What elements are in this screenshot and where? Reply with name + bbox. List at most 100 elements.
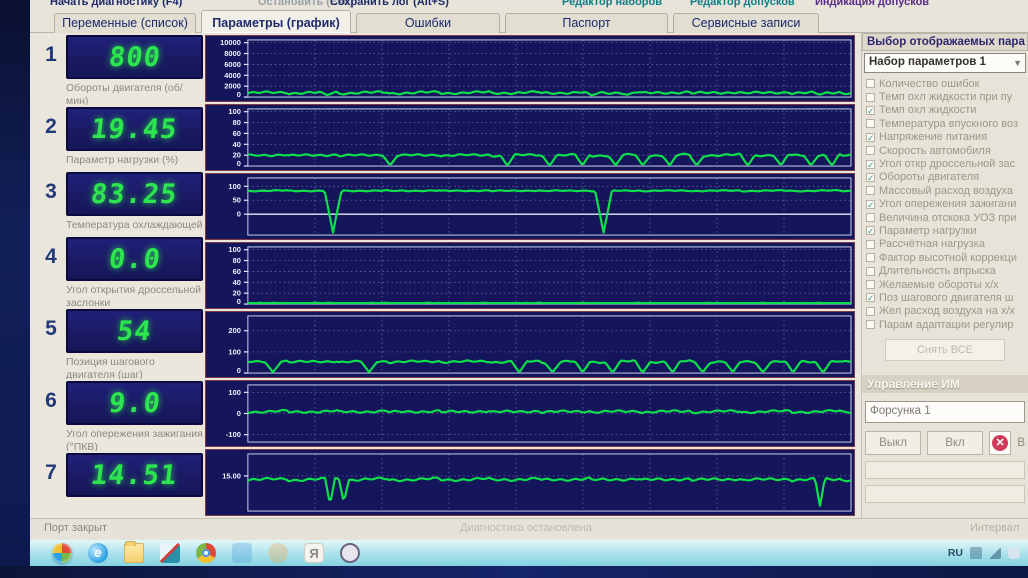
param-led-display: 83.25 (66, 172, 203, 216)
parameter-checkbox-item[interactable]: Длительность впрыска (866, 264, 1028, 277)
language-indicator[interactable]: RU (948, 547, 963, 559)
param-led-value: 83.25 (89, 179, 179, 210)
action-center-icon[interactable] (1008, 547, 1020, 559)
menu-item-save-log[interactable]: Сохранить лог (Alt+S) (330, 0, 449, 8)
param-led-value: 800 (107, 42, 163, 73)
parameter-checkbox-item[interactable]: ✓ Поз шагового двигателя ш (866, 291, 1028, 304)
param-index: 3 (38, 172, 64, 216)
folder-icon[interactable] (124, 543, 144, 563)
display-parameters-panel: Выбор отображаемых пара Набор параметров… (861, 33, 1028, 518)
parameter-checkbox-item[interactable]: ✓ Обороты двигателя (866, 171, 1028, 184)
checkbox[interactable]: ✓ (866, 293, 875, 302)
checkbox[interactable]: ✓ (866, 173, 875, 182)
parameter-checkbox-item[interactable]: Парам адаптации регулир (866, 318, 1028, 331)
checkbox[interactable] (866, 93, 875, 102)
app-faint-icon[interactable] (232, 543, 252, 563)
menu-item-tolerance-editor[interactable]: Редактор допусков (690, 0, 795, 8)
parameter-checkbox-item[interactable]: Желаемые обороты х/х (866, 278, 1028, 291)
checkbox[interactable] (866, 146, 875, 155)
utility-icon[interactable] (160, 543, 180, 563)
chart-throttle-angle: 100806040200 (205, 242, 855, 309)
actuator-stop-button[interactable]: ✕ (989, 431, 1011, 455)
port-status: Порт закрыт (44, 522, 107, 534)
parameter-checkbox-item[interactable]: Рассчётная нагрузка (866, 238, 1028, 251)
chart-engine-rpm: 1000080006000400020000 (205, 35, 855, 102)
checkbox[interactable] (866, 267, 875, 276)
menu-item-start-diagnostics[interactable]: Начать диагностику (F4) (50, 0, 182, 8)
checkbox-label: Темп охл жидкости (879, 104, 976, 116)
checkbox[interactable]: ✓ (866, 200, 875, 209)
application-window: Начать диагностику (F4)Остановить (Esc)С… (30, 0, 1028, 566)
chart-onboard-voltage: 15.00 (205, 449, 855, 516)
checkbox[interactable]: ✓ (866, 106, 875, 115)
messenger-icon[interactable] (340, 543, 360, 563)
param-index: 2 (38, 107, 64, 151)
tab-parameters-graph[interactable]: Параметры (график) (201, 10, 351, 33)
empty-field-2[interactable] (865, 485, 1025, 503)
taskbar-icons: eЯ (52, 543, 360, 563)
empty-field-1[interactable] (865, 461, 1025, 479)
param-led-display: 14.51 (66, 453, 203, 497)
checkbox[interactable] (866, 186, 875, 195)
parameter-checkbox-item[interactable]: Фактор высотной коррекци (866, 251, 1028, 264)
checkbox[interactable] (866, 240, 875, 249)
chart-coolant-temperature: 100500 (205, 173, 855, 240)
actuator-off-button[interactable]: Выкл (865, 431, 921, 455)
parameter-checkbox-item[interactable]: Величина отскока УОЗ при (866, 211, 1028, 224)
actuator-dropdown[interactable]: Форсунка 1 (865, 401, 1025, 423)
tab-service-records[interactable]: Сервисные записи (673, 13, 819, 33)
yandex-icon[interactable]: Я (304, 543, 324, 563)
start-orb-icon[interactable] (52, 543, 72, 563)
parameter-checkbox-item[interactable]: ✓Угол опережения зажигани (866, 198, 1028, 211)
browser-ie-icon[interactable]: e (88, 543, 108, 563)
checkbox-label: Поз шагового двигателя ш (879, 292, 1014, 304)
parameter-checkbox-item[interactable]: Температура впускного воз (866, 117, 1028, 130)
parameter-checkbox-item[interactable]: ✓ Темп охл жидкости (866, 104, 1028, 117)
parameter-checkbox-item[interactable]: ✓Угол откр дроссельной зас (866, 157, 1028, 170)
param-index: 4 (38, 237, 64, 281)
monitor-bezel-bottom (0, 566, 1028, 578)
svg-text:80: 80 (233, 118, 241, 127)
tray-app-icon[interactable] (970, 547, 982, 559)
actuator-on-button[interactable]: Вкл (927, 431, 983, 455)
param-led-display: 0.0 (66, 237, 203, 281)
menu-item-tolerance-indication[interactable]: Индикация допусков (815, 0, 929, 8)
network-icon[interactable] (989, 547, 1001, 559)
parameter-set-dropdown[interactable]: Набор параметров 1 ▼ (864, 53, 1026, 73)
parameter-checkbox-item[interactable]: Темп охл жидкости при пу (866, 90, 1028, 103)
checkbox-label: Обороты двигателя (879, 171, 979, 183)
checkbox[interactable] (866, 213, 875, 222)
parameter-checkbox-item[interactable]: ✓Напряжение питания (866, 131, 1028, 144)
svg-text:100: 100 (228, 107, 240, 116)
checkbox[interactable] (866, 253, 875, 262)
clear-all-button[interactable]: Снять ВСЕ (885, 339, 1005, 361)
tab-errors[interactable]: Ошибки (356, 13, 500, 33)
tab-variables-list[interactable]: Переменные (список) (54, 13, 196, 33)
param-led-display: 800 (66, 35, 203, 79)
parameter-checkbox-item[interactable]: Массовый расход воздуха (866, 184, 1028, 197)
svg-text:100: 100 (228, 347, 240, 356)
menu-item-set-editor[interactable]: Редактор наборов (562, 0, 662, 8)
checkbox[interactable]: ✓ (866, 226, 875, 235)
app-faint2-icon[interactable] (268, 543, 288, 563)
parameter-checkbox-item[interactable]: Количество ошибок (866, 77, 1028, 90)
checkbox-label: Скорость автомобиля (879, 145, 991, 157)
parameter-checkbox-item[interactable]: ✓Параметр нагрузки (866, 224, 1028, 237)
tab-passport[interactable]: Паспорт (505, 13, 668, 33)
parameter-checkbox-item[interactable]: Скорость автомобиля (866, 144, 1028, 157)
chevron-down-icon: ▼ (1013, 58, 1022, 68)
checkbox[interactable]: ✓ (866, 133, 875, 142)
interval-status: Интервал (970, 522, 1019, 534)
actuator-control-panel: Управление ИМ Форсунка 1 Выкл Вкл ✕ В (862, 375, 1028, 503)
checkbox[interactable] (866, 280, 875, 289)
parameter-checkbox-item[interactable]: Жел расход воздуха на х/х (866, 305, 1028, 318)
checkbox[interactable] (866, 119, 875, 128)
checkbox[interactable]: ✓ (866, 160, 875, 169)
param-label: Параметр нагрузки (%) (66, 151, 203, 170)
checkbox[interactable] (866, 307, 875, 316)
param-index: 1 (38, 35, 64, 79)
checkbox[interactable] (866, 320, 875, 329)
chrome-icon[interactable] (196, 543, 216, 563)
checkbox[interactable] (866, 79, 875, 88)
svg-text:-100: -100 (226, 430, 241, 439)
